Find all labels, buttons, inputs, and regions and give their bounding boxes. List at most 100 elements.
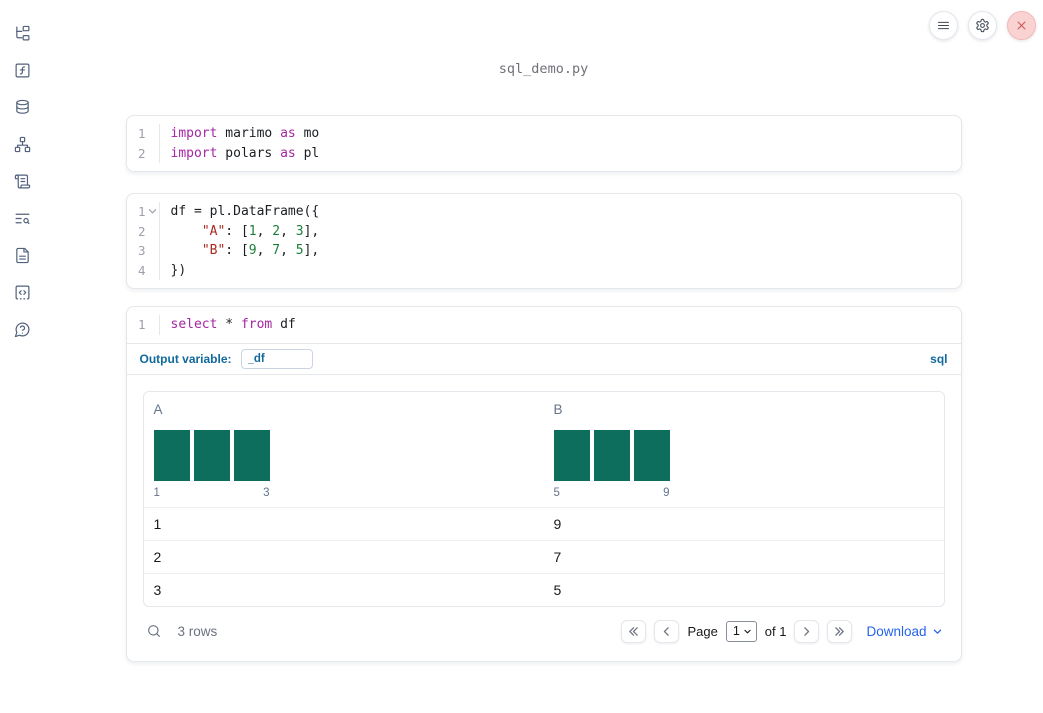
settings-button[interactable]	[968, 11, 997, 40]
page-select-value: 1	[732, 624, 740, 639]
line-number-gutter: 2	[127, 221, 160, 241]
line-number-gutter: 4	[127, 260, 160, 280]
table-column-header[interactable]: A13	[144, 392, 544, 507]
notebook-filename[interactable]: sql_demo.py	[126, 61, 962, 77]
sidebar-item-datasources[interactable]	[12, 98, 32, 116]
topbar	[929, 11, 1036, 40]
column-histogram	[553, 429, 670, 481]
histogram-axis-labels: 13	[154, 487, 270, 499]
line-number-gutter: 3	[127, 241, 160, 261]
histogram-bar	[553, 429, 590, 481]
column-name: B	[553, 401, 563, 417]
output-variable-input[interactable]	[240, 348, 313, 369]
help-bubble-icon	[14, 322, 29, 337]
chevron-right-icon	[804, 627, 810, 636]
scroll-icon	[14, 174, 30, 188]
sidebar-item-documentation[interactable]	[12, 246, 32, 264]
table-body: 192735	[143, 506, 944, 607]
output-variable-label: Output variable:	[139, 351, 232, 366]
database-icon	[15, 99, 29, 114]
histogram-min-label: 1	[153, 486, 160, 499]
chevrons-right-icon	[835, 627, 845, 636]
code-line[interactable]: 4})	[127, 260, 961, 280]
gear-icon	[976, 18, 989, 33]
chevron-left-icon	[664, 627, 670, 636]
last-page-button[interactable]	[827, 619, 853, 643]
table-cell: 3	[153, 582, 162, 599]
table-cell: 1	[153, 515, 162, 532]
helper-sidebar	[0, 0, 44, 713]
table-cell: 5	[553, 582, 562, 599]
histogram-axis-labels: 59	[554, 487, 670, 499]
code-editor[interactable]: 1 df = pl.DataFrame({2 "A": [1, 2, 3], 3 "…	[127, 194, 961, 288]
pagination: Page 1 of 1	[621, 619, 853, 643]
chevrons-left-icon	[629, 627, 639, 636]
table-header: A13B59	[144, 392, 944, 507]
sql-output: A13B59 192735 3 rows Page 1 of 1 Downloa…	[126, 373, 961, 662]
sidebar-item-snippets[interactable]	[12, 283, 32, 301]
histogram-bar	[233, 429, 270, 481]
histogram-bar	[193, 429, 230, 481]
page-select[interactable]: 1	[725, 620, 757, 642]
function-square-icon	[15, 63, 29, 77]
code-line[interactable]: 2 "A": [1, 2, 3],	[127, 221, 961, 241]
sql-cell: 1select * from df Output variable: sql A…	[125, 306, 962, 663]
code-line[interactable]: 3 "B": [9, 7, 5],	[127, 241, 961, 261]
code-cell-dataframe: 1 df = pl.DataFrame({2 "A": [1, 2, 3], 3 "…	[125, 193, 962, 289]
download-label: Download	[866, 623, 927, 639]
histogram-max-label: 3	[263, 486, 270, 499]
close-icon	[1017, 21, 1026, 30]
table-column-header[interactable]: B59	[544, 392, 944, 507]
fold-caret-icon[interactable]	[148, 207, 157, 216]
table-row[interactable]: 27	[143, 539, 944, 573]
dataframe-table: A13B59 192735	[142, 390, 945, 608]
histogram-bar	[633, 429, 670, 481]
first-page-button[interactable]	[621, 619, 647, 643]
notebook-area: sql_demo.py 1 import marimo as mo 2 import …	[44, 0, 1043, 663]
code-line[interactable]: 1 df = pl.DataFrame({	[127, 202, 961, 222]
column-histogram	[153, 429, 270, 481]
previous-page-button[interactable]	[654, 619, 680, 643]
language-badge[interactable]: sql	[930, 352, 947, 366]
sidebar-item-file-explorer[interactable]	[12, 24, 32, 42]
code-line[interactable]: 1 select * from df	[127, 315, 961, 335]
line-number-gutter: 2	[127, 143, 160, 163]
histogram-bar	[593, 429, 630, 481]
column-name: A	[153, 401, 163, 417]
network-icon	[14, 136, 30, 152]
row-count: 3 rows	[177, 623, 218, 639]
line-number-gutter: 1	[127, 202, 160, 222]
code-line[interactable]: 2 import polars as pl	[127, 143, 961, 163]
line-number-gutter: 1	[127, 315, 160, 335]
next-page-button[interactable]	[794, 619, 820, 643]
histogram-max-label: 9	[663, 486, 670, 499]
sql-editor-footer: Output variable: sql	[126, 342, 961, 374]
search-icon	[147, 625, 160, 638]
sidebar-item-logs[interactable]	[12, 172, 32, 190]
sidebar-item-variables[interactable]	[12, 61, 32, 79]
sql-editor[interactable]: 1 select * from df	[127, 307, 961, 343]
code-line[interactable]: 1 import marimo as mo	[127, 124, 961, 144]
histogram-min-label: 5	[553, 486, 560, 499]
table-cell: 9	[553, 515, 562, 532]
code-editor[interactable]: 1 import marimo as mo 2 import polars as pl	[127, 116, 961, 171]
line-number-gutter: 1	[127, 124, 160, 144]
table-cell: 2	[153, 548, 162, 565]
sidebar-item-outline-search[interactable]	[12, 209, 32, 227]
table-footer: 3 rows Page 1 of 1 Download	[143, 613, 945, 649]
sidebar-item-help[interactable]	[12, 320, 32, 338]
table-row[interactable]: 35	[143, 573, 944, 606]
table-row[interactable]: 19	[143, 506, 944, 540]
table-cell: 7	[553, 548, 562, 565]
select-caret-icon	[744, 629, 751, 634]
file-tree-icon	[15, 25, 29, 40]
sidebar-item-dependencies[interactable]	[12, 135, 32, 153]
download-button[interactable]: Download	[866, 624, 942, 639]
notebook-menu-button[interactable]	[929, 11, 958, 40]
document-icon	[15, 247, 29, 263]
list-search-icon	[15, 213, 29, 224]
shutdown-button[interactable]	[1007, 11, 1036, 40]
page-label: Page	[687, 623, 718, 639]
table-search-button[interactable]	[145, 622, 163, 640]
histogram-bar	[153, 429, 190, 481]
